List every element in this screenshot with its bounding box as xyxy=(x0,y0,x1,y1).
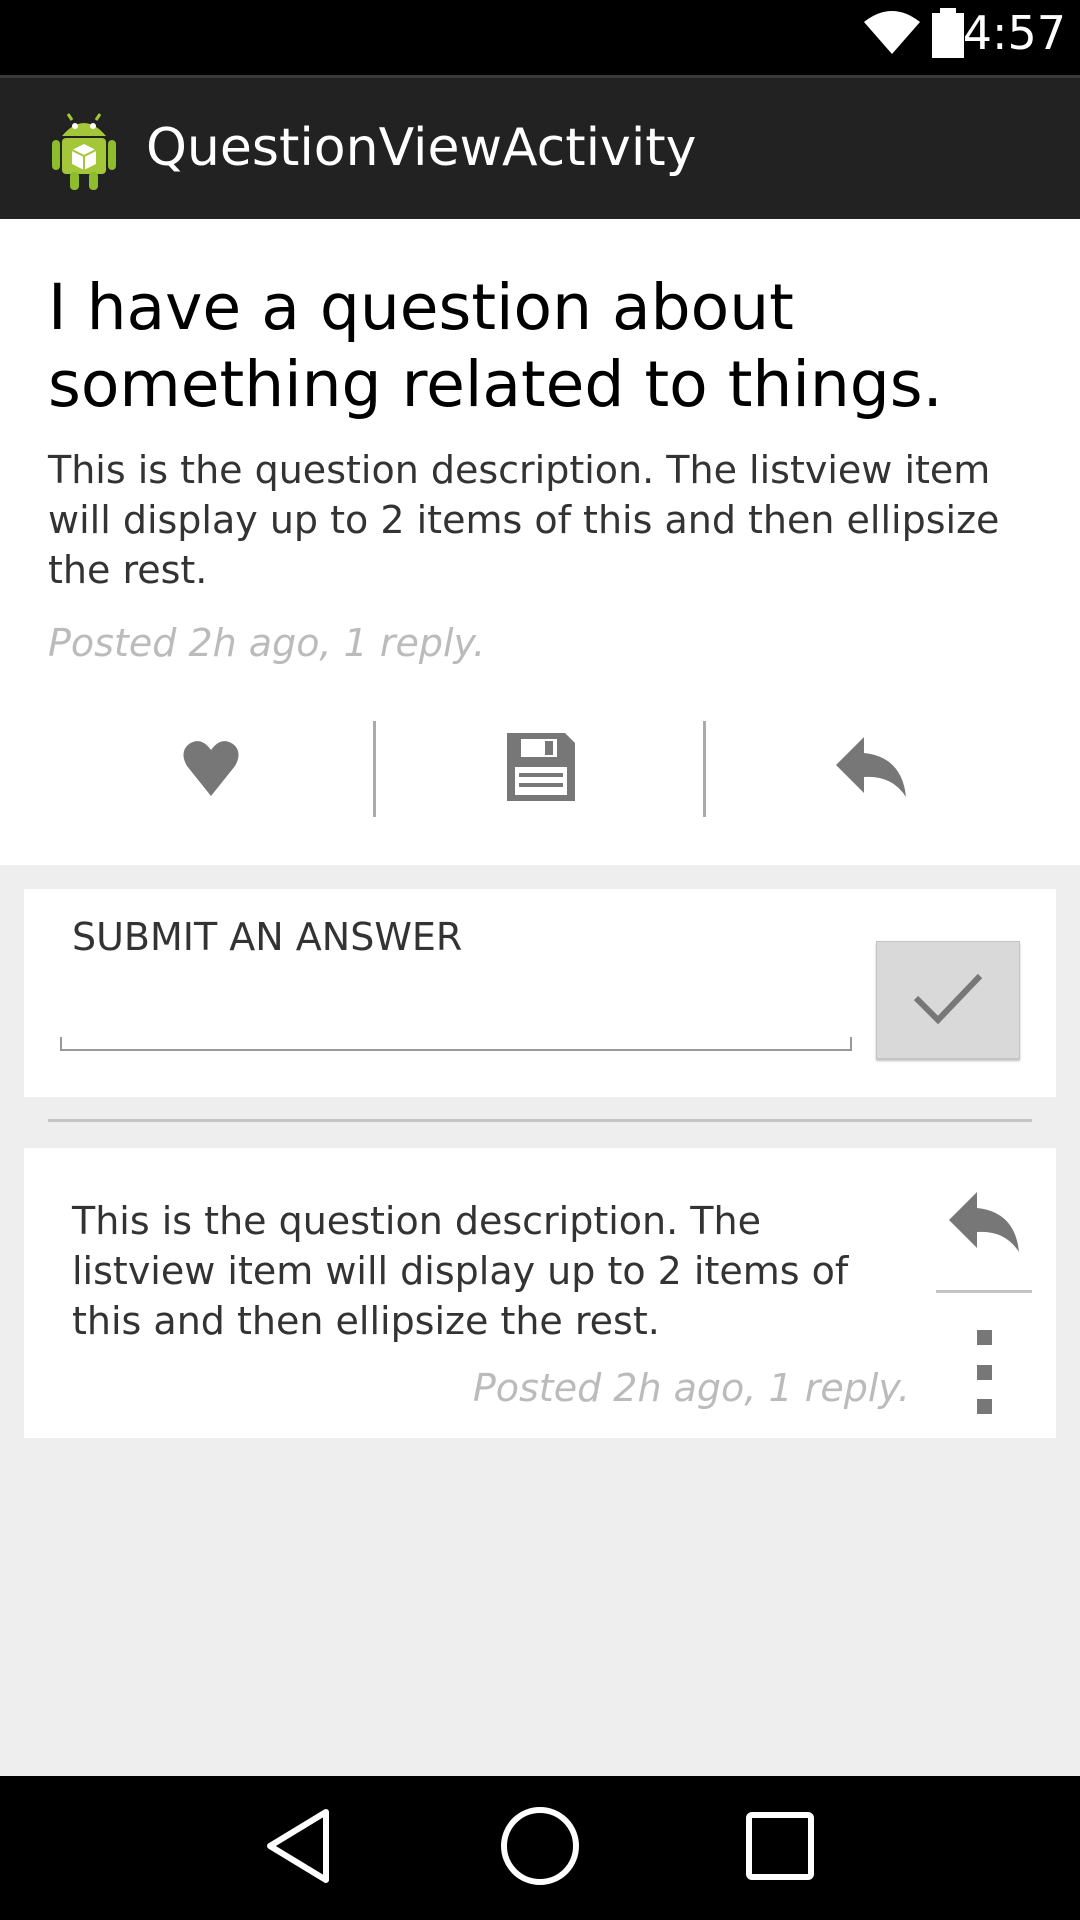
action-bar: QuestionViewActivity xyxy=(0,75,1080,219)
reply-text: This is the question description. The li… xyxy=(72,1199,849,1343)
reply-button[interactable] xyxy=(706,719,1035,819)
back-button[interactable] xyxy=(248,1806,348,1890)
navigation-bar xyxy=(0,1776,1080,1920)
answer-form: SUBMIT AN ANSWER xyxy=(24,889,1056,1097)
overflow-dot xyxy=(976,1330,992,1345)
like-button[interactable] xyxy=(46,719,375,819)
save-button[interactable] xyxy=(376,719,705,819)
recents-button[interactable] xyxy=(730,1806,830,1890)
back-icon xyxy=(264,1808,332,1889)
battery-icon xyxy=(930,8,966,63)
reply-action-divider xyxy=(936,1290,1032,1293)
save-icon xyxy=(506,732,575,806)
reply-to-reply-button[interactable] xyxy=(936,1184,1032,1264)
home-icon xyxy=(500,1806,580,1891)
reply-icon xyxy=(835,736,906,802)
overflow-dot xyxy=(976,1364,992,1380)
checkmark-icon xyxy=(912,972,984,1029)
answer-label: SUBMIT AN ANSWER xyxy=(72,915,463,959)
question-meta: Posted 2h ago, 1 reply. xyxy=(48,621,486,665)
list-item[interactable]: This is the question description. The li… xyxy=(24,1148,1056,1438)
question-card: I have a question about something relate… xyxy=(0,219,1080,865)
question-description: This is the question description. The li… xyxy=(48,448,1000,592)
question-actions xyxy=(0,719,1080,819)
question-title: I have a question about something relate… xyxy=(48,271,943,421)
reply-meta: Posted 2h ago, 1 reply. xyxy=(472,1366,910,1410)
wifi-icon xyxy=(862,8,922,61)
section-divider xyxy=(48,1119,1032,1122)
android-icon[interactable] xyxy=(46,106,122,197)
overflow-menu-icon[interactable] xyxy=(964,1330,1004,1414)
heart-icon xyxy=(182,738,239,801)
answer-input-underline xyxy=(60,1037,852,1051)
overflow-dot xyxy=(976,1399,992,1414)
status-bar: 4:57 xyxy=(0,0,1080,75)
status-time: 4:57 xyxy=(962,6,1066,60)
home-button[interactable] xyxy=(490,1806,590,1890)
reply-icon xyxy=(949,1191,1019,1257)
app-title: QuestionViewActivity xyxy=(146,118,697,178)
submit-answer-button[interactable] xyxy=(876,941,1020,1059)
recents-icon xyxy=(745,1811,815,1886)
